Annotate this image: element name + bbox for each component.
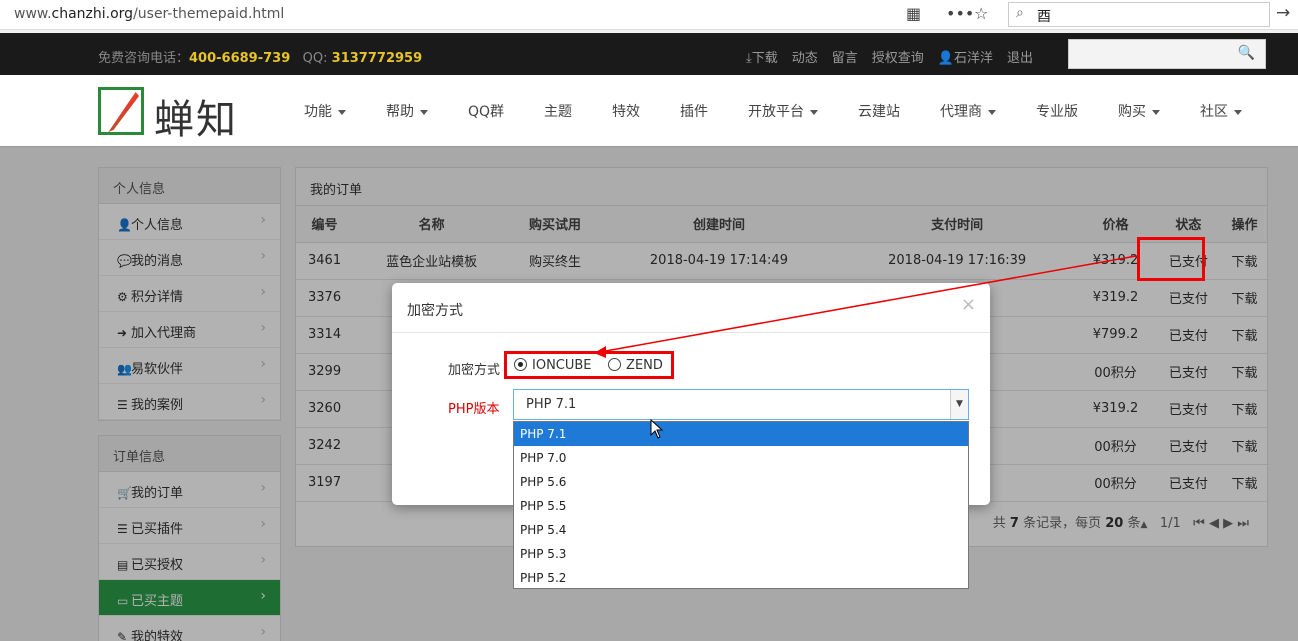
caret-down-icon: [338, 109, 346, 115]
nav-label: 主题: [544, 104, 573, 120]
modal-title: 加密方式: [407, 303, 463, 319]
site-header: 蝉知 功能 帮助 QQ群 主题 特效 插件 开放平台 云建站 代理商 专业版 购买 社区: [0, 75, 1298, 147]
feather-icon: [108, 92, 139, 132]
php-version-select[interactable]: PHP 7.1 ▼: [513, 389, 969, 420]
site-search-input[interactable]: 🔍: [1068, 39, 1266, 69]
caret-down-icon: [1152, 109, 1161, 115]
logo-text[interactable]: 蝉知: [154, 87, 238, 145]
php-version-label: PHP版本: [448, 402, 500, 417]
contact-info: 免费咨询电话：400-6689-739 QQ: 3137772959: [98, 51, 423, 66]
nav-label: 专业版: [1036, 104, 1079, 120]
modal-header: 加密方式 ×: [392, 283, 990, 333]
top-links: ⤓下载 动态 留言 授权查询 👤石洋洋 退出: [746, 47, 1033, 66]
nav-label: QQ群: [468, 104, 505, 120]
logo-mark[interactable]: [98, 87, 144, 135]
top-link-message[interactable]: 留言: [832, 47, 858, 66]
main-nav: 功能 帮助 QQ群 主题 特效 插件 开放平台 云建站 代理商 专业版 购买 社区: [284, 101, 1262, 121]
dropdown-option[interactable]: PHP 5.3: [514, 542, 968, 566]
nav-label: 云建站: [858, 104, 901, 120]
nav-item-9[interactable]: 专业版: [1016, 101, 1098, 121]
nav-label: 开放平台: [748, 104, 805, 120]
browser-search-input[interactable]: 酉: [1008, 2, 1270, 27]
search-icon[interactable]: 🔍: [1238, 45, 1255, 61]
top-link-user[interactable]: 👤石洋洋: [938, 47, 993, 66]
nav-item-7[interactable]: 云建站: [838, 101, 920, 121]
nav-label: 帮助: [386, 104, 414, 120]
nav-item-0[interactable]: 功能: [284, 101, 366, 121]
caret-down-icon: [1234, 109, 1243, 115]
top-link-logout[interactable]: 退出: [1007, 47, 1033, 66]
mouse-cursor-icon: [650, 419, 664, 439]
caret-down-icon: [810, 109, 819, 115]
nav-item-2[interactable]: QQ群: [448, 101, 524, 121]
radio-zend[interactable]: ZEND: [608, 358, 663, 373]
dropdown-option[interactable]: PHP 5.2: [514, 566, 968, 590]
nav-item-11[interactable]: 社区: [1180, 101, 1262, 121]
bookmark-star-icon[interactable]: ☆: [974, 4, 988, 23]
close-icon[interactable]: ×: [961, 294, 976, 315]
top-link-download[interactable]: ⤓下载: [746, 47, 778, 66]
dropdown-option[interactable]: PHP 5.6: [514, 470, 968, 494]
more-icon[interactable]: •••: [946, 4, 974, 23]
search-icon: ⌕: [1016, 5, 1024, 21]
browser-toolbar: www.chanzhi.org/user-themepaid.html ▦ ••…: [0, 0, 1298, 30]
nav-item-6[interactable]: 开放平台: [728, 101, 838, 121]
nav-label: 特效: [612, 104, 641, 120]
dropdown-option[interactable]: PHP 5.5: [514, 494, 968, 518]
encrypt-label: 加密方式: [448, 363, 501, 378]
top-link-license[interactable]: 授权查询: [872, 47, 924, 66]
radio-unchecked-icon[interactable]: [608, 358, 622, 371]
caret-down-icon: [988, 109, 997, 115]
dropdown-option[interactable]: PHP 7.1: [514, 422, 968, 446]
radio-checked-icon[interactable]: [514, 358, 527, 371]
caret-down-icon: [420, 109, 428, 115]
nav-label: 功能: [304, 104, 332, 120]
nav-item-3[interactable]: 主题: [524, 101, 592, 121]
nav-item-8[interactable]: 代理商: [920, 101, 1016, 121]
php-version-dropdown: PHP 7.1 PHP 7.0 PHP 5.6 PHP 5.5 PHP 5.4 PHP 5…: [513, 421, 969, 589]
dropdown-option[interactable]: PHP 7.0: [514, 446, 968, 470]
encrypt-radio-group: IONCUBE ZEND: [504, 351, 674, 379]
nav-item-5[interactable]: 插件: [660, 101, 728, 121]
nav-label: 插件: [680, 104, 709, 120]
nav-item-4[interactable]: 特效: [592, 101, 660, 121]
nav-item-1[interactable]: 帮助: [366, 101, 448, 121]
chevron-down-icon[interactable]: ▼: [950, 390, 968, 419]
user-icon: 👤: [937, 51, 954, 66]
nav-label: 代理商: [940, 104, 983, 120]
top-info-bar: 免费咨询电话：400-6689-739 QQ: 3137772959 ⤓下载 动…: [0, 33, 1298, 75]
nav-label: 社区: [1200, 104, 1229, 120]
qr-code-icon[interactable]: ▦: [906, 4, 921, 23]
radio-ioncube[interactable]: IONCUBE: [514, 358, 592, 373]
nav-label: 购买: [1118, 104, 1147, 120]
annotation-highlight-box: [1137, 237, 1205, 281]
go-arrow-icon[interactable]: →: [1276, 3, 1290, 23]
address-bar[interactable]: www.chanzhi.org/user-themepaid.html: [14, 6, 284, 22]
nav-item-10[interactable]: 购买: [1098, 101, 1180, 121]
dropdown-option[interactable]: PHP 5.4: [514, 518, 968, 542]
top-link-news[interactable]: 动态: [792, 47, 818, 66]
